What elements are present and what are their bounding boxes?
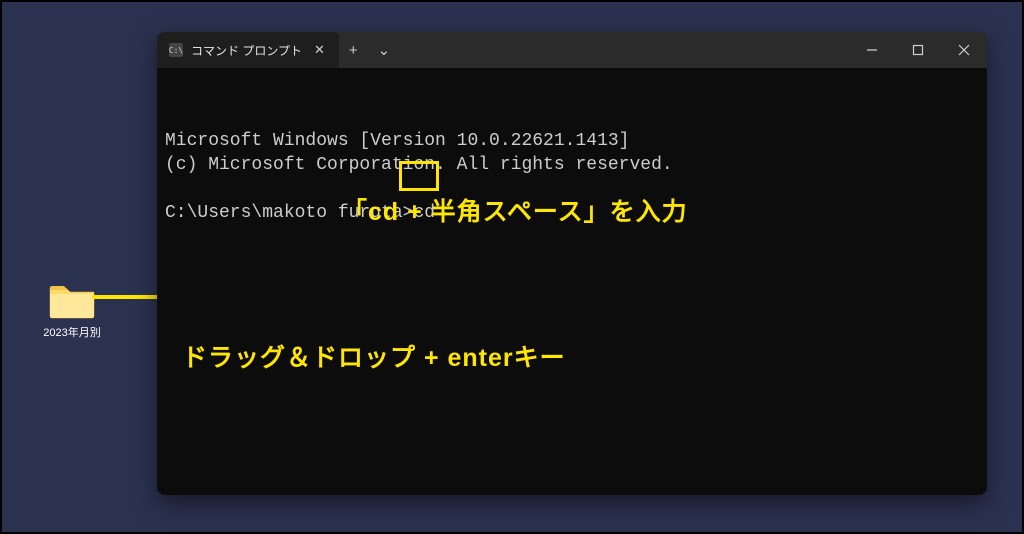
new-tab-button[interactable]: +	[339, 32, 368, 68]
cmd-icon: C:\	[169, 43, 183, 57]
title-bar: C:\ コマンド プロンプト ✕ + ⌄	[157, 32, 987, 68]
maximize-button[interactable]	[895, 32, 941, 68]
terminal-command: cd	[413, 203, 445, 223]
terminal-window: C:\ コマンド プロンプト ✕ + ⌄ Microsoft Windows […	[157, 32, 987, 495]
terminal-prompt: C:\Users\makoto furuta>	[165, 203, 413, 223]
close-window-button[interactable]	[941, 32, 987, 68]
active-tab[interactable]: C:\ コマンド プロンプト ✕	[157, 32, 339, 68]
tab-dropdown-button[interactable]: ⌄	[368, 32, 401, 68]
desktop-folder-label: 2023年月別	[37, 324, 107, 340]
window-controls	[849, 32, 987, 68]
close-tab-button[interactable]: ✕	[310, 42, 329, 58]
desktop-folder-icon[interactable]: 2023年月別	[37, 282, 107, 340]
folder-icon	[48, 282, 96, 320]
terminal-blank-line	[165, 177, 979, 201]
minimize-button[interactable]	[849, 32, 895, 68]
terminal-line-1: Microsoft Windows [Version 10.0.22621.14…	[165, 129, 979, 153]
terminal-body[interactable]: Microsoft Windows [Version 10.0.22621.14…	[157, 68, 987, 495]
terminal-line-2: (c) Microsoft Corporation. All rights re…	[165, 153, 979, 177]
tab-title: コマンド プロンプト	[191, 42, 302, 59]
